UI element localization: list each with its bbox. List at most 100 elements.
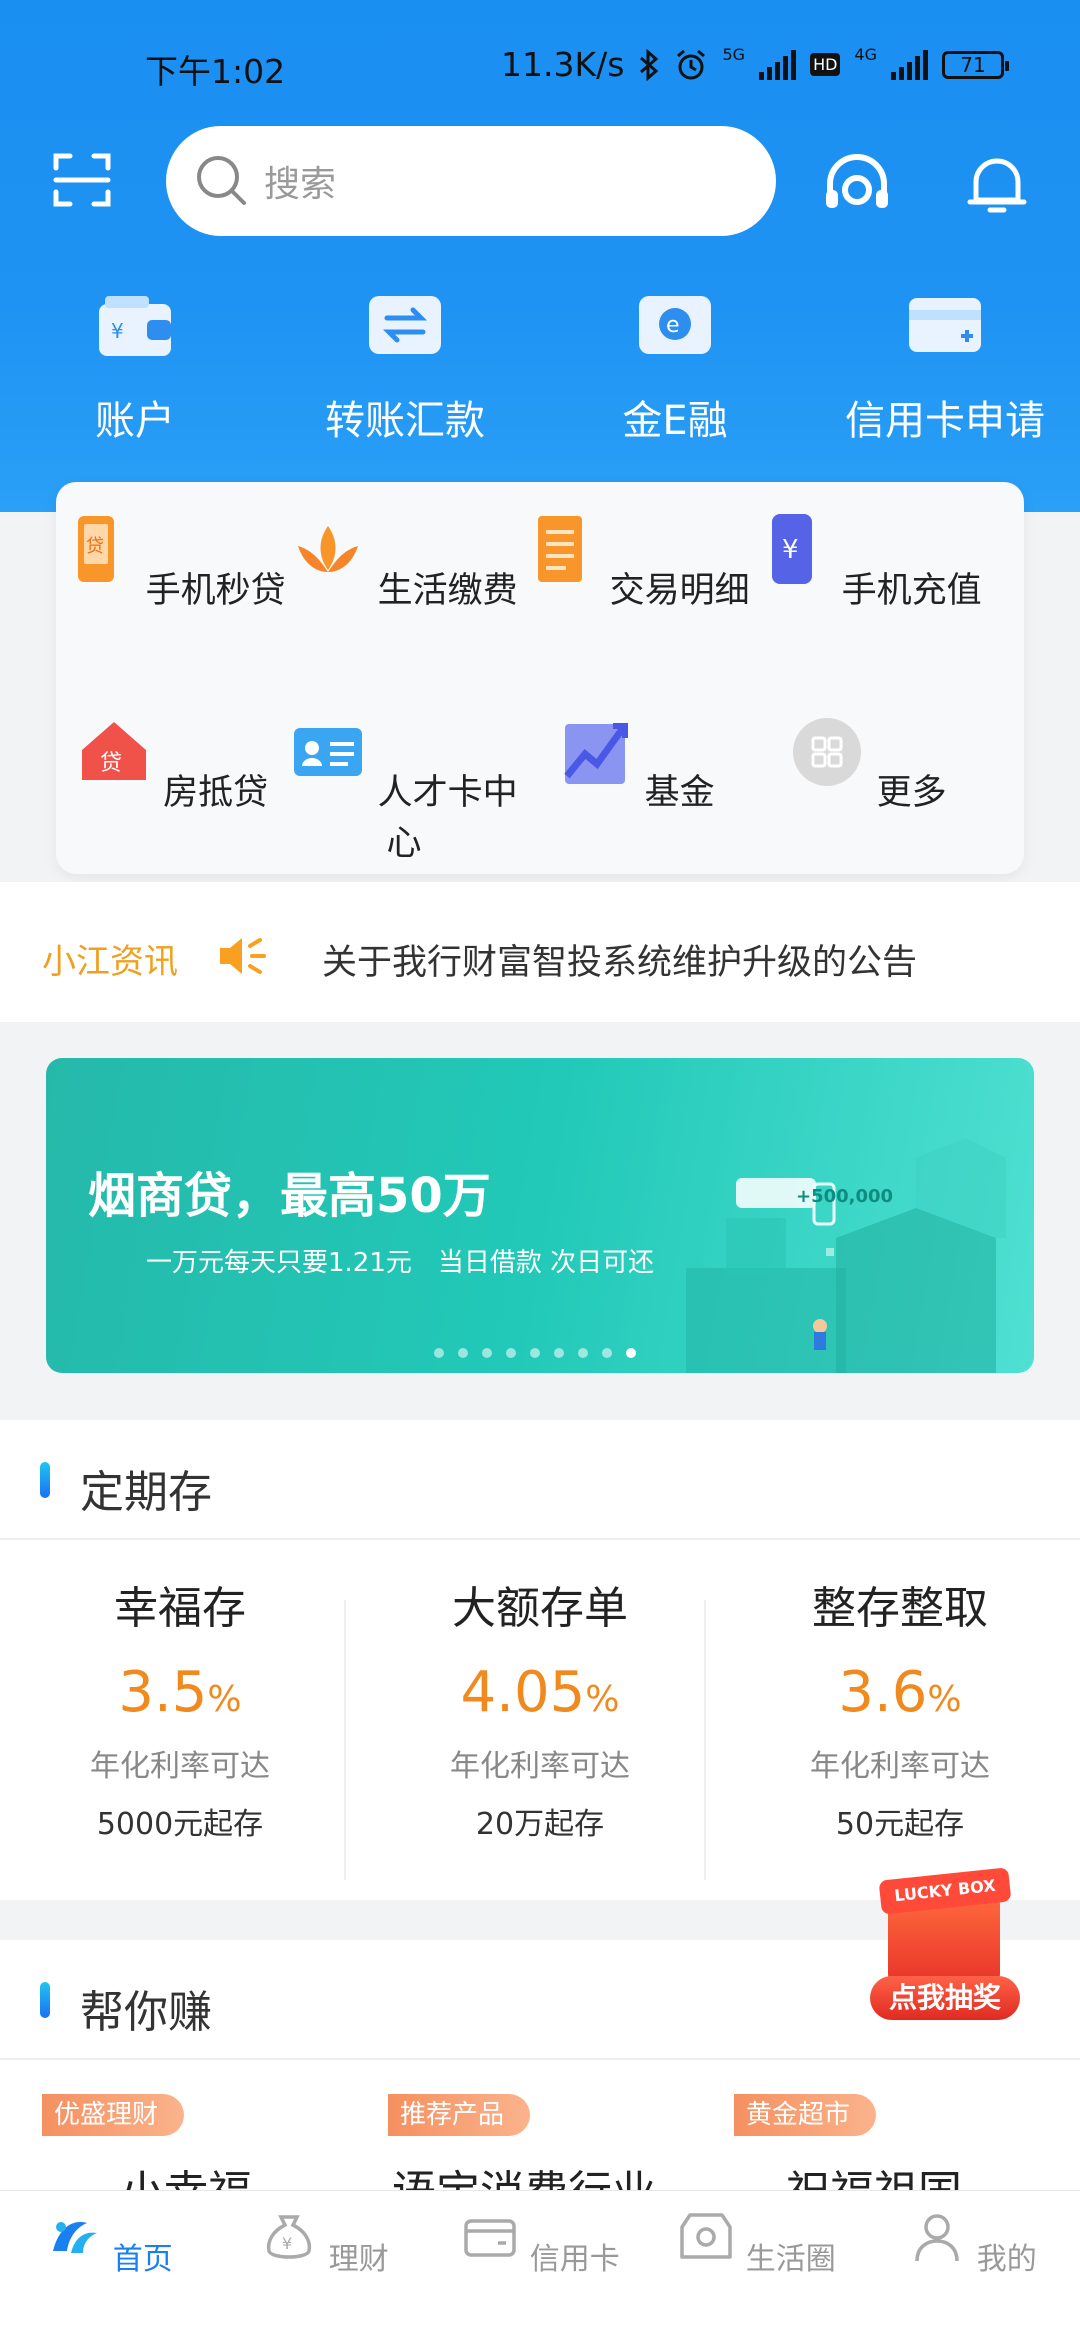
svg-text:¥: ¥: [782, 535, 799, 565]
rate-value: 3.5: [118, 1660, 208, 1725]
page-dot: [434, 1348, 444, 1358]
promo-banner[interactable]: +500,000 烟商贷，最高50万 一万元每天只要1.21元 当日借款 次日可…: [46, 1058, 1034, 1373]
deposit-item[interactable]: 幸福存 3.5% 年化利率可达 5000元起存: [0, 1572, 360, 1843]
card-icon: [464, 2219, 516, 2257]
tab-life-circle[interactable]: 生活圈: [648, 2207, 864, 2278]
grid-item-phone-loan[interactable]: 贷 手机秒贷: [56, 512, 288, 613]
fixed-deposit-section: 定期存 幸福存 3.5% 年化利率可达 5000元起存 大额存单 4.05% 年…: [0, 1420, 1080, 1900]
transfer-icon: [369, 296, 441, 354]
grid-item-talent-card[interactable]: 人才卡中心: [288, 714, 520, 866]
user-icon: [915, 2214, 959, 2262]
deposit-desc: 年化利率可达: [450, 1749, 630, 1784]
deposit-desc: 年化利率可达: [810, 1749, 990, 1784]
hd-badge: HD: [810, 53, 841, 76]
grid-label: 生活缴费: [377, 571, 518, 611]
id-card-icon: [294, 728, 363, 776]
news-ticker[interactable]: 小江资讯 关于我行财富智投系统维护升级的公告: [0, 882, 1080, 1022]
bluetooth-icon: [640, 48, 659, 81]
quick-label: 转账汇款: [325, 398, 485, 444]
quick-credit-apply[interactable]: 信用卡申请: [810, 290, 1080, 446]
phone-loan-icon: 贷: [78, 516, 115, 582]
grid-item-phone-recharge[interactable]: ¥ 手机充值: [752, 512, 984, 613]
tab-label: 信用卡: [529, 2242, 620, 2277]
svg-text:¥: ¥: [111, 319, 124, 343]
grid-item-fund[interactable]: 基金: [520, 714, 752, 815]
grid-label: 交易明细: [609, 571, 750, 611]
product-tag: 推荐产品: [388, 2094, 531, 2136]
page-dot: [482, 1348, 492, 1358]
quick-label: 信用卡申请: [845, 398, 1045, 444]
search-placeholder: 搜索: [264, 164, 337, 205]
deposit-item[interactable]: 大额存单 4.05% 年化利率可达 20万起存: [360, 1572, 720, 1843]
signal-icon: [759, 49, 797, 80]
section-header: 定期存: [0, 1420, 1080, 1540]
section-title: 定期存: [80, 1467, 212, 1518]
quick-transfer[interactable]: 转账汇款: [270, 290, 540, 446]
tab-credit-card[interactable]: 信用卡: [432, 2207, 648, 2278]
page-dot: [458, 1348, 468, 1358]
news-text: 关于我行财富智投系统维护升级的公告: [322, 943, 918, 983]
deposit-desc: 年化利率可达: [90, 1749, 270, 1784]
service-grid: 贷 手机秒贷 生活缴费 交易明细 ¥ 手机充值 贷 房抵贷 人才卡中心 基金 更…: [56, 482, 1024, 874]
banner-subtitle: 一万元每天只要1.21元 当日借款 次日可还: [146, 1248, 655, 1278]
rate-unit: %: [927, 1679, 962, 1720]
banner-title: 烟商贷，最高50万: [88, 1168, 491, 1224]
tab-wealth[interactable]: ¥ 理财: [216, 2207, 432, 2278]
svg-text:贷: 贷: [86, 536, 104, 557]
tab-label: 首页: [112, 2242, 173, 2277]
net-speed: 11.3K/s: [501, 45, 625, 84]
section-accent-bar: [40, 1462, 50, 1498]
section-title: 帮你赚: [80, 1987, 212, 2038]
deposit-name: 幸福存: [114, 1583, 246, 1634]
grid-label: 更多: [876, 773, 947, 813]
tab-mine[interactable]: 我的: [864, 2207, 1080, 2278]
product-title[interactable]: 小幸福: [120, 2156, 252, 2194]
home-logo-icon: [53, 2222, 98, 2253]
grid-label: 手机秒贷: [145, 571, 286, 611]
page-dot: [530, 1348, 540, 1358]
signal-icon: [891, 49, 928, 80]
deposit-item[interactable]: 整存整取 3.6% 年化利率可达 50元起存: [720, 1572, 1080, 1843]
page-dot-active: [626, 1348, 636, 1358]
banner-pagination: [434, 1348, 636, 1358]
deposit-name: 大额存单: [452, 1583, 628, 1634]
page-dot: [554, 1348, 564, 1358]
customer-service-icon[interactable]: [822, 150, 892, 220]
product-title[interactable]: 祝福祖国: [786, 2156, 962, 2194]
quick-label: 账户: [95, 398, 175, 444]
search-bar[interactable]: 搜索: [166, 126, 776, 236]
house-loan-icon: 贷: [81, 722, 146, 780]
grid-item-more[interactable]: 更多: [752, 714, 984, 815]
page-dot: [602, 1348, 612, 1358]
e-card-icon: e: [639, 296, 711, 354]
product-tag: 优盛理财: [42, 2094, 185, 2136]
tab-home[interactable]: 首页: [0, 2207, 216, 2278]
grid-label: 手机充值: [841, 571, 982, 611]
document-icon: [538, 516, 583, 582]
svg-text:¥: ¥: [282, 2234, 292, 2253]
lucky-draw-button[interactable]: LUCKY BOX 点我抽奖: [866, 1867, 1026, 2022]
grid-label: 基金: [644, 773, 715, 813]
more-grid-icon: [793, 718, 862, 786]
deposit-min: 50元起存: [835, 1807, 965, 1842]
rate-unit: %: [585, 1679, 620, 1720]
banner-amount-badge: +500,000: [796, 1186, 894, 1207]
grid-label: 人才卡中心: [377, 773, 518, 864]
lucky-draw-label: 点我抽奖: [870, 1976, 1020, 2020]
deposit-rate: 4.05%: [360, 1660, 720, 1725]
quick-account[interactable]: ¥ 账户: [0, 290, 270, 446]
alarm-icon: [677, 49, 706, 79]
bell-icon[interactable]: [962, 150, 1032, 220]
grid-item-transactions[interactable]: 交易明细: [520, 512, 752, 613]
bottom-tab-bar: 首页 ¥ 理财 信用卡 生活圈 我的: [0, 2190, 1080, 2340]
page-dot: [578, 1348, 588, 1358]
grid-item-life-payment[interactable]: 生活缴费: [288, 512, 520, 613]
grid-label: 房抵贷: [163, 773, 269, 813]
grid-item-house-loan[interactable]: 贷 房抵贷: [56, 714, 288, 815]
rate-value: 4.05: [460, 1660, 586, 1725]
divider: [344, 1600, 346, 1880]
product-title[interactable]: 语宝消费行业: [392, 2156, 656, 2194]
scan-icon[interactable]: [52, 150, 112, 210]
quick-jinerong[interactable]: e 金E融: [540, 290, 810, 446]
page-dot: [506, 1348, 516, 1358]
